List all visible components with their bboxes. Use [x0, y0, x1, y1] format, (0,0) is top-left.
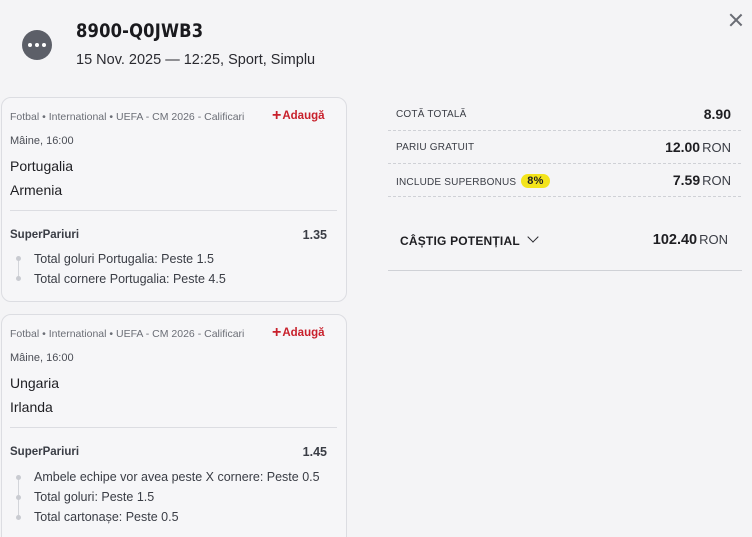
potential-win-value: 102.40 RON: [653, 232, 728, 248]
free-bet-label: PARIU GRATUIT: [396, 142, 475, 153]
team-away: Armenia: [10, 182, 63, 198]
ticket-header: 8900-Q0JWB3 15 Nov. 2025 — 12:25, Sport,…: [0, 0, 752, 90]
superbonus-badge: 8%: [521, 174, 550, 188]
selection-dot: [16, 515, 21, 520]
chevron-down-icon[interactable]: [527, 231, 539, 243]
selection-item: Ambele echipe vor avea peste X cornere: …: [34, 470, 320, 484]
superbonus-row: INCLUDE SUPERBONUS 8% 7.59 RON: [388, 164, 741, 197]
event-card: Fotbal • International • UEFA - CM 2026 …: [1, 314, 347, 537]
selection-item: Total goluri Portugalia: Peste 1.5: [34, 252, 214, 266]
free-bet-amount: 12.00: [665, 139, 701, 155]
selection-dot: [16, 495, 21, 500]
currency: RON: [702, 173, 731, 188]
plus-icon: +: [272, 324, 282, 341]
superbonus-label: INCLUDE SUPERBONUS: [396, 177, 517, 188]
event-time: Mâine, 16:00: [10, 352, 74, 364]
superbonus-label-wrap: INCLUDE SUPERBONUS 8%: [396, 174, 550, 189]
selection-dot: [16, 276, 21, 281]
more-options-icon[interactable]: [22, 30, 52, 60]
total-odds-row: COTĂ TOTALĂ 8.90: [388, 98, 741, 131]
total-odds-value: 8.90: [703, 106, 731, 122]
superbonus-value: 7.59 RON: [673, 172, 731, 188]
divider: [10, 210, 337, 211]
potential-win-label[interactable]: CÂȘTIG POTENȚIAL: [400, 234, 520, 248]
team-away: Irlanda: [10, 399, 53, 415]
event-path: Fotbal • International • UEFA - CM 2026 …: [10, 111, 245, 123]
superbonus-amount: 7.59: [672, 172, 701, 188]
free-bet-value: 12.00 RON: [665, 139, 731, 155]
event-card: Fotbal • International • UEFA - CM 2026 …: [1, 97, 347, 302]
selection-dot: [16, 256, 21, 261]
add-label: Adaugă: [282, 110, 325, 122]
divider: [388, 270, 742, 271]
event-odds: 1.35: [302, 228, 327, 242]
team-home: Portugalia: [10, 158, 74, 174]
close-icon[interactable]: [725, 10, 747, 32]
plus-icon: +: [272, 107, 282, 124]
add-label: Adaugă: [282, 327, 325, 339]
selection-connector: [18, 258, 19, 278]
add-button[interactable]: + Adaugă: [272, 324, 325, 341]
selection-item: Total goluri: Peste 1.5: [34, 490, 155, 504]
selection-item: Total cartonașe: Peste 0.5: [34, 510, 179, 524]
event-path: Fotbal • International • UEFA - CM 2026 …: [10, 328, 245, 340]
add-button[interactable]: + Adaugă: [272, 107, 325, 124]
currency: RON: [699, 232, 728, 247]
selection-item: Total cornere Portugalia: Peste 4.5: [34, 272, 226, 286]
ticket-meta: 15 Nov. 2025 — 12:25, Sport, Simplu: [76, 52, 316, 68]
market-name: SuperPariuri: [10, 229, 80, 241]
free-bet-row: PARIU GRATUIT 12.00 RON: [388, 131, 741, 164]
event-time: Mâine, 16:00: [10, 135, 74, 147]
divider: [10, 427, 337, 428]
selection-dot: [16, 475, 21, 480]
ticket-id: 8900-Q0JWB3: [76, 20, 204, 42]
market-name: SuperPariuri: [10, 446, 80, 458]
potential-win-row: CÂȘTIG POTENȚIAL 102.40 RON: [388, 219, 742, 269]
team-home: Ungaria: [10, 375, 60, 391]
currency: RON: [702, 140, 731, 155]
event-odds: 1.45: [302, 445, 327, 459]
potential-amount: 102.40: [652, 232, 698, 248]
total-odds-label: COTĂ TOTALĂ: [396, 109, 467, 120]
